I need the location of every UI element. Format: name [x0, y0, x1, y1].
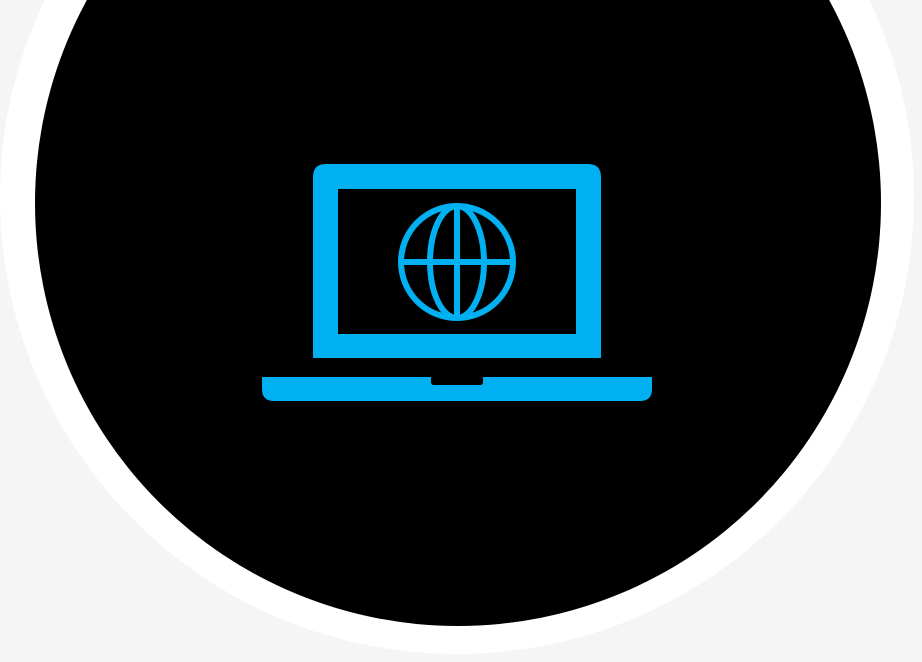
globe-icon [398, 203, 516, 321]
laptop-base [262, 377, 652, 401]
laptop-globe-icon [262, 164, 652, 401]
icon-badge [0, 0, 922, 662]
